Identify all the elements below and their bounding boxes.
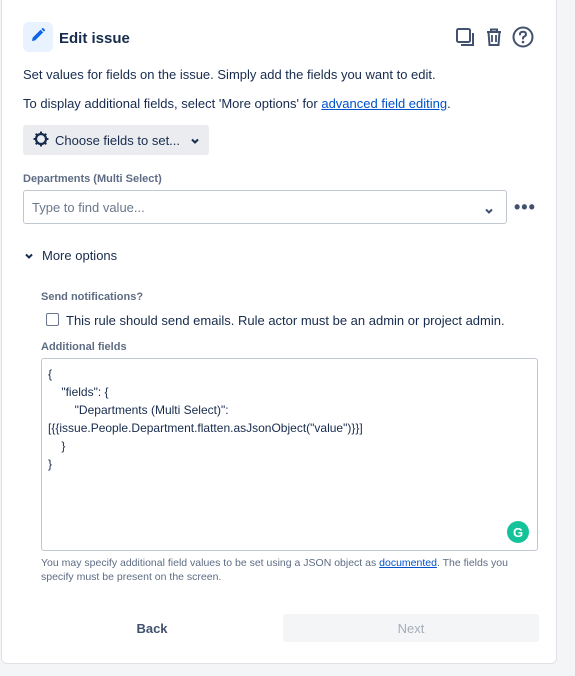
json-line: "Departments (Multi Select)": (48, 403, 229, 417)
departments-placeholder: Type to find value... (32, 199, 145, 215)
json-line: [{{issue.People.Department.flatten.asJso… (48, 421, 363, 435)
gear-icon (33, 131, 49, 150)
edit-issue-panel: Edit issue Set values for fields on the … (1, 0, 557, 664)
documented-link[interactable]: documented (379, 557, 437, 569)
more-options-toggle[interactable]: More options (24, 248, 117, 263)
pencil-icon (30, 27, 46, 48)
help-icon[interactable] (511, 25, 535, 49)
send-emails-checkbox-label: This rule should send emails. Rule actor… (66, 313, 505, 328)
json-line: } (48, 457, 53, 471)
json-line: { (48, 367, 53, 381)
chevron-down-icon (484, 203, 494, 218)
intro-suffix: . (447, 96, 451, 111)
panel-title: Edit issue (59, 30, 130, 47)
intro-text-more: To display additional fields, select 'Mo… (23, 96, 451, 111)
choose-fields-label: Choose fields to set... (55, 132, 181, 148)
grammarly-letter: G (512, 524, 524, 540)
choose-fields-button[interactable]: Choose fields to set... (23, 125, 209, 155)
help-prefix: You may specify additional field values … (41, 557, 380, 569)
chevron-down-icon (190, 133, 200, 148)
additional-fields-label: Additional fields (41, 341, 127, 353)
intro-prefix: To display additional fields, select 'Mo… (23, 96, 322, 111)
json-line: } (48, 439, 66, 453)
grammarly-icon[interactable]: G (507, 521, 529, 543)
edit-issue-badge (23, 22, 53, 52)
additional-fields-help: You may specify additional field values … (41, 556, 541, 584)
send-notifications-label: Send notifications? (41, 291, 144, 303)
advanced-field-editing-link[interactable]: advanced field editing (321, 96, 447, 111)
more-actions-icon[interactable]: ••• (514, 197, 536, 218)
additional-fields-textarea[interactable]: { "fields": { "Departments (Multi Select… (41, 358, 538, 551)
departments-select[interactable]: Type to find value... (23, 190, 507, 224)
send-emails-checkbox[interactable] (46, 313, 59, 326)
chevron-down-icon (24, 248, 34, 263)
copy-icon[interactable] (453, 25, 477, 49)
intro-text: Set values for fields on the issue. Simp… (23, 67, 436, 82)
json-line: "fields": { (48, 385, 109, 399)
departments-label: Departments (Multi Select) (23, 173, 162, 185)
more-options-label: More options (42, 248, 118, 263)
back-button[interactable]: Back (42, 614, 262, 642)
trash-icon[interactable] (482, 25, 506, 49)
next-button[interactable]: Next (283, 614, 539, 642)
